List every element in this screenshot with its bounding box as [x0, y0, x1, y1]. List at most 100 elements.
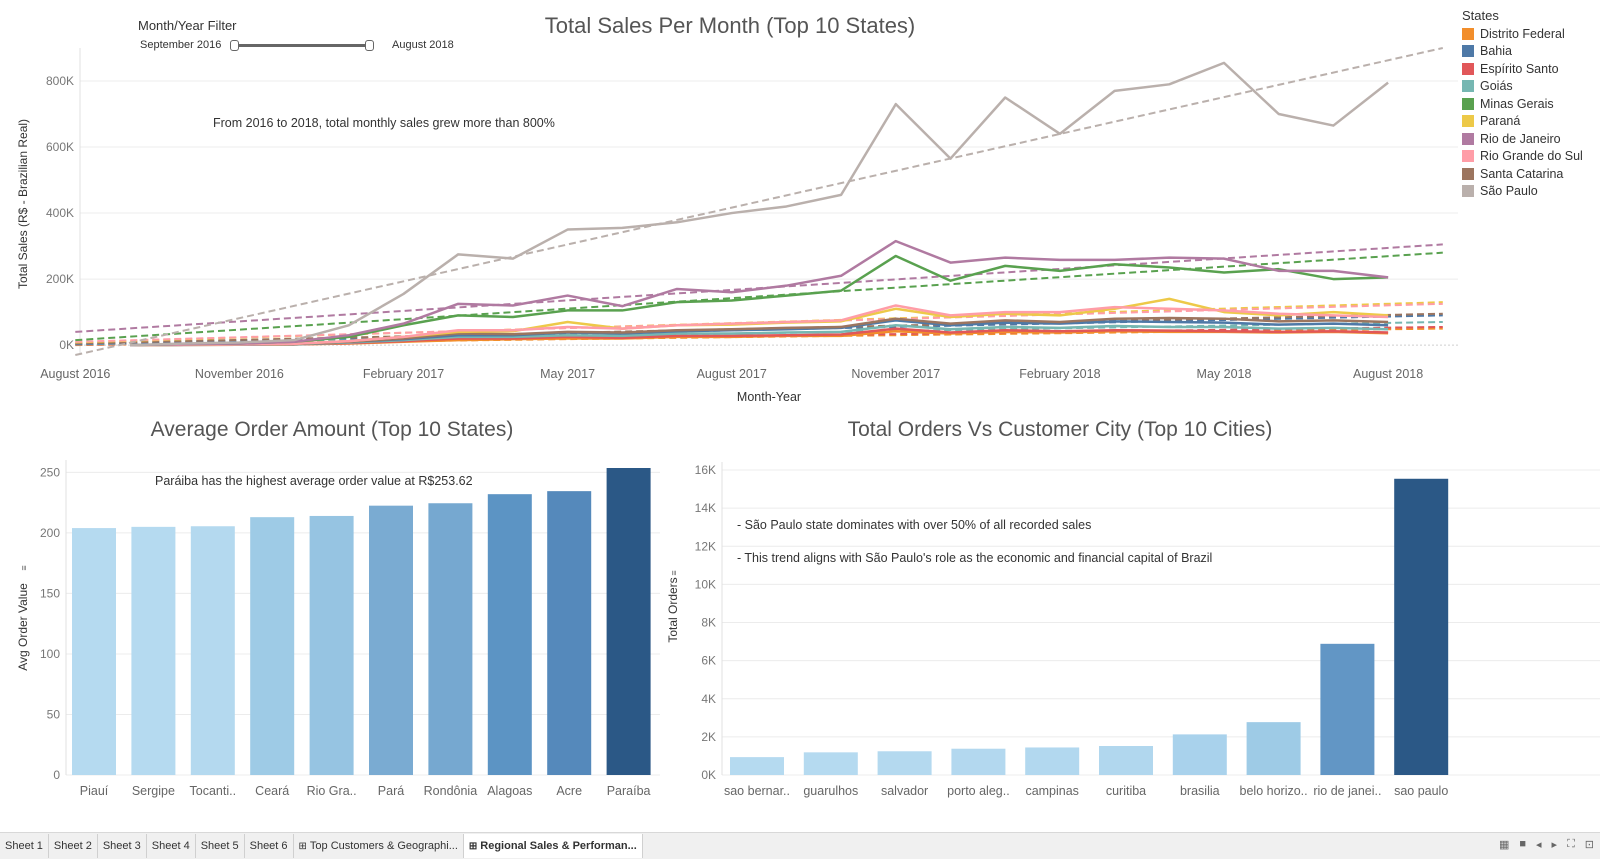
- legend-swatch: [1462, 132, 1474, 145]
- bar[interactable]: [1025, 747, 1080, 775]
- series-line[interactable]: [129, 61, 1389, 347]
- bar-category-label: Alagoas: [487, 784, 532, 798]
- filter-slider-end-handle[interactable]: [365, 40, 374, 51]
- bar[interactable]: [309, 515, 354, 775]
- legend-item[interactable]: Rio Grande do Sul: [1462, 148, 1597, 166]
- sheet-tab[interactable]: Sheet 1: [0, 834, 49, 858]
- legend-item[interactable]: Paraná: [1462, 113, 1597, 131]
- sheet-tab-label: Sheet 2: [53, 840, 92, 852]
- sheet-tab[interactable]: Sheet 5: [196, 834, 245, 858]
- legend-item[interactable]: Rio de Janeiro: [1462, 130, 1597, 148]
- bar-chart-y-tick-label: 2K: [701, 730, 716, 744]
- line-chart-x-tick-label: May 2017: [540, 367, 595, 381]
- legend-swatch: [1462, 167, 1474, 180]
- dashboard-icon: ⊞: [298, 841, 307, 852]
- sheet-tab[interactable]: Sheet 2: [49, 834, 98, 858]
- fit-icon[interactable]: ⛶: [1567, 838, 1575, 851]
- avg-order-y-axis-label: Avg Order Value: [16, 583, 30, 671]
- line-chart-y-tick-label: 800K: [46, 74, 74, 88]
- line-chart-x-tick-label: November 2016: [195, 367, 284, 381]
- bar[interactable]: [547, 491, 592, 775]
- legend-item[interactable]: Espírito Santo: [1462, 60, 1597, 78]
- legend-item[interactable]: Bahia: [1462, 43, 1597, 61]
- legend-swatch: [1462, 27, 1474, 40]
- orders-city-annotation-2: - This trend aligns with São Paulo's rol…: [737, 551, 1212, 565]
- sheet-tab[interactable]: Sheet 4: [147, 834, 196, 858]
- sheet-tab-label: Sheet 6: [249, 840, 288, 852]
- line-chart-x-tick-label: November 2017: [851, 367, 940, 381]
- legend-label: Paraná: [1480, 114, 1521, 129]
- bar[interactable]: [1320, 643, 1375, 775]
- line-chart-y-tick-label: 400K: [46, 206, 74, 220]
- bar[interactable]: [1394, 478, 1449, 775]
- bar-category-label: Rio Gra..: [307, 784, 357, 798]
- bar-chart-y-tick-label: 16K: [695, 463, 716, 477]
- sheet-tab-label: Sheet 5: [200, 840, 239, 852]
- sort-icon[interactable]: ≡: [19, 565, 29, 570]
- legend-item[interactable]: Minas Gerais: [1462, 95, 1597, 113]
- bar[interactable]: [428, 503, 473, 775]
- sheet-tab[interactable]: ⊞ Regional Sales & Performan...: [463, 834, 643, 858]
- bar-category-label: Ceará: [255, 784, 289, 798]
- sheet-tab[interactable]: ⊞ Top Customers & Geographi...: [294, 834, 464, 858]
- bar-category-label: belo horizo..: [1240, 784, 1308, 798]
- sort-icon[interactable]: ≡: [669, 570, 679, 575]
- bar[interactable]: [730, 757, 784, 775]
- legend-label: Rio de Janeiro: [1480, 131, 1561, 146]
- bar[interactable]: [951, 748, 1006, 775]
- states-legend[interactable]: States Distrito Federal Bahia Espírito San…: [1462, 8, 1597, 200]
- orders-city-y-axis-label: Total Orders: [666, 577, 680, 642]
- orders-city-grid: [721, 462, 1600, 776]
- film-strip-icon[interactable]: ■: [1519, 838, 1526, 851]
- sheet-navigation-controls: ▦ ■ ◂ ▸ ⛶ ⊡: [1499, 838, 1594, 851]
- bar-chart-y-tick-label: 4K: [701, 692, 716, 706]
- bar[interactable]: [72, 528, 116, 775]
- orders-city-y-ticks: 0K 2K 4K 6K 8K 10K 12K 14K 16K: [695, 463, 716, 782]
- bar[interactable]: [487, 494, 532, 775]
- sheet-tab-label: Top Customers & Geographi...: [309, 840, 458, 852]
- bar[interactable]: [369, 505, 413, 775]
- bar[interactable]: [803, 752, 858, 775]
- bar[interactable]: [1246, 722, 1301, 775]
- sheet-tab-bar: Sheet 1 Sheet 2 Sheet 3 Sheet 4 Sheet 5 Sheet…: [0, 832, 1600, 859]
- line-chart-x-tick-label: May 2018: [1197, 367, 1252, 381]
- avg-order-annotation: Paráiba has the highest average order va…: [155, 474, 473, 488]
- bar-chart-y-tick-label: 12K: [695, 539, 716, 553]
- presentation-icon[interactable]: ⊡: [1585, 838, 1594, 851]
- grid-view-icon[interactable]: ▦: [1499, 838, 1509, 851]
- bar[interactable]: [606, 468, 651, 775]
- legend-label: Espírito Santo: [1480, 61, 1559, 76]
- previous-sheet-icon[interactable]: ◂: [1536, 838, 1542, 851]
- legend-label: Distrito Federal: [1480, 26, 1565, 41]
- next-sheet-icon[interactable]: ▸: [1552, 838, 1558, 851]
- bar-category-label: curitiba: [1106, 784, 1146, 798]
- legend-label: São Paulo: [1480, 184, 1538, 199]
- legend-item[interactable]: São Paulo: [1462, 183, 1597, 201]
- bar[interactable]: [877, 751, 932, 775]
- bar[interactable]: [190, 526, 235, 775]
- sheet-tab[interactable]: Sheet 3: [98, 834, 147, 858]
- bar-category-label: Acre: [556, 784, 582, 798]
- sheet-tab[interactable]: Sheet 6: [245, 834, 294, 858]
- legend-item[interactable]: Distrito Federal: [1462, 25, 1597, 43]
- bar[interactable]: [131, 526, 176, 775]
- bar[interactable]: [250, 517, 295, 775]
- legend-item[interactable]: Goiás: [1462, 78, 1597, 96]
- line-chart-grid: [79, 48, 1458, 355]
- line-chart-x-tick-label: February 2017: [363, 367, 444, 381]
- bar[interactable]: [1099, 746, 1153, 775]
- line-chart-y-tick-label: 600K: [46, 140, 74, 154]
- month-year-filter[interactable]: Month/Year Filter September 2016 August …: [134, 16, 474, 60]
- legend-label: Goiás: [1480, 79, 1513, 94]
- bar-category-label: sao bernar..: [724, 784, 790, 798]
- bar-category-label: Pará: [378, 784, 404, 798]
- filter-slider-track[interactable]: [234, 44, 370, 47]
- bar-chart-y-tick-label: 150: [40, 586, 60, 600]
- bar-chart-y-tick-label: 0K: [701, 768, 716, 782]
- filter-slider-start-handle[interactable]: [230, 40, 239, 51]
- bar[interactable]: [1172, 734, 1227, 775]
- bar-category-label: porto aleg..: [947, 784, 1010, 798]
- orders-city-annotation-1: - São Paulo state dominates with over 50…: [737, 518, 1091, 532]
- legend-item[interactable]: Santa Catarina: [1462, 165, 1597, 183]
- bar-chart-y-tick-label: 100: [40, 647, 60, 661]
